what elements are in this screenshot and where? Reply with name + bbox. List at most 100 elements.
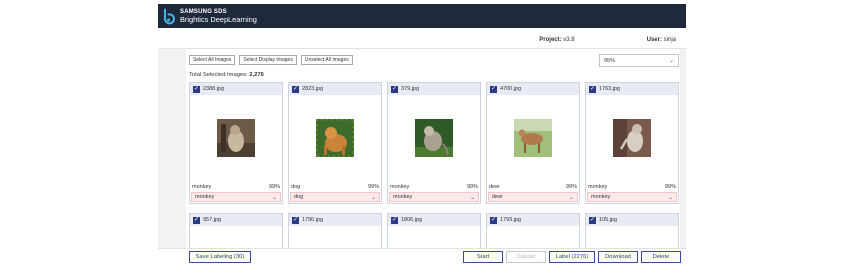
card-checkbox[interactable]: ✓ <box>589 216 596 224</box>
delete-button[interactable]: Delete <box>641 251 681 263</box>
card-header: ✓ 1793.jpg <box>487 214 579 226</box>
project-bar: Project: v3.8 User: sinja <box>158 31 686 49</box>
card-prediction: deer 99% <box>487 181 579 192</box>
user-value: sinja <box>663 36 676 43</box>
monkey-thumbnail <box>217 119 255 157</box>
dog-thumbnail <box>316 119 354 157</box>
project-value: v3.8 <box>563 36 575 43</box>
prediction-label: monkey <box>588 183 608 190</box>
card-filename: 1806.jpg <box>401 217 423 223</box>
label-button[interactable]: Label (2276) <box>549 251 595 263</box>
total-label: Total Selected Images: <box>189 72 248 78</box>
card-checkbox[interactable]: ✓ <box>391 216 398 224</box>
label-select-value: dog <box>294 194 304 200</box>
label-select[interactable]: monkey ⌄ <box>587 192 677 202</box>
brightics-logo-icon <box>164 8 175 24</box>
cancel-button[interactable]: Cancel <box>506 251 546 263</box>
prediction-confidence: 99% <box>268 183 280 190</box>
bottom-action-bar: Save Labeling (30) Start Cancel Label (2… <box>158 248 686 264</box>
image-card[interactable]: ✓ 2388.jpg monkey 99% monkey ⌄ <box>189 82 283 204</box>
image-card[interactable]: ✓ 1806.jpg <box>387 213 481 253</box>
card-filename: 4700.jpg <box>500 86 522 92</box>
card-filename: 1790.jpg <box>302 217 324 223</box>
card-header: ✓ 2388.jpg <box>190 83 282 95</box>
card-filename: 105.jpg <box>599 217 618 223</box>
card-filename: 2388.jpg <box>203 86 225 92</box>
left-gutter <box>158 49 186 249</box>
card-checkbox[interactable]: ✓ <box>490 216 497 224</box>
label-select[interactable]: deer ⌄ <box>488 192 578 202</box>
card-header: ✓ 1790.jpg <box>289 214 381 226</box>
zoom-select[interactable]: 95% ⌄ <box>599 54 679 67</box>
top-bar: SAMSUNG SDS Brightics DeepLearning <box>158 4 686 28</box>
label-select-value: deer <box>492 194 504 200</box>
user-info: User: sinja <box>647 37 676 43</box>
prediction-label: monkey <box>390 183 410 190</box>
project-info: Project: v3.8 <box>539 37 574 43</box>
image-card[interactable]: ✓ 1763.jpg monkey 99% monkey ⌄ <box>585 82 679 204</box>
label-select[interactable]: dog ⌄ <box>290 192 380 202</box>
brand-product: Brightics DeepLearning <box>180 15 257 24</box>
chevron-down-icon: ⌄ <box>668 58 674 64</box>
card-checkbox[interactable]: ✓ <box>292 85 299 93</box>
card-image-area <box>586 95 678 181</box>
total-value: 2,276 <box>249 72 264 78</box>
app-window: SAMSUNG SDS Brightics DeepLearning Proje… <box>158 4 686 264</box>
label-select-value: monkey <box>591 194 611 200</box>
select-all-button[interactable]: Select All Images <box>189 55 236 65</box>
card-checkbox[interactable]: ✓ <box>391 85 398 93</box>
label-select[interactable]: monkey ⌄ <box>389 192 479 202</box>
start-button[interactable]: Start <box>463 251 503 263</box>
prediction-confidence: 99% <box>466 183 478 190</box>
project-label: Project: <box>539 36 562 43</box>
unselect-all-button[interactable]: Unselect All Images <box>300 55 353 65</box>
prediction-confidence: 99% <box>664 183 676 190</box>
card-checkbox[interactable]: ✓ <box>292 216 299 224</box>
chevron-down-icon: ⌄ <box>370 194 376 201</box>
label-select-value: monkey <box>195 194 215 200</box>
select-display-button[interactable]: Select Display Images <box>239 55 297 65</box>
card-filename: 1793.jpg <box>500 217 522 223</box>
total-selected: Total Selected Images: 2,276 <box>189 72 680 78</box>
image-card[interactable]: ✓ 105.jpg <box>585 213 679 253</box>
prediction-confidence: 99% <box>367 183 379 190</box>
image-card[interactable]: ✓ 2823.jpg dog 99% dog ⌄ <box>288 82 382 204</box>
card-header: ✓ 957.jpg <box>190 214 282 226</box>
card-checkbox[interactable]: ✓ <box>589 85 596 93</box>
card-image-area <box>388 95 480 181</box>
card-header: ✓ 379.jpg <box>388 83 480 95</box>
card-header: ✓ 2823.jpg <box>289 83 381 95</box>
chevron-down-icon: ⌄ <box>271 194 277 201</box>
card-prediction: monkey 99% <box>586 181 678 192</box>
save-labeling-button[interactable]: Save Labeling (30) <box>189 251 251 263</box>
card-image-area <box>190 95 282 181</box>
card-checkbox[interactable]: ✓ <box>490 85 497 93</box>
label-select-value: monkey <box>393 194 413 200</box>
card-header: ✓ 105.jpg <box>586 214 678 226</box>
image-card[interactable]: ✓ 379.jpg monkey 99% monkey ⌄ <box>387 82 481 204</box>
card-prediction: monkey 99% <box>190 181 282 192</box>
monkey-thumbnail <box>613 119 651 157</box>
monkey-thumbnail <box>415 119 453 157</box>
prediction-label: deer <box>489 183 501 190</box>
card-prediction: dog 99% <box>289 181 381 192</box>
card-filename: 379.jpg <box>401 86 420 92</box>
image-card[interactable]: ✓ 4700.jpg deer 99% deer ⌄ <box>486 82 580 204</box>
zoom-value: 95% <box>604 57 616 64</box>
user-label: User: <box>646 36 662 43</box>
chevron-down-icon: ⌄ <box>667 194 673 201</box>
deer-thumbnail <box>514 119 552 157</box>
label-select[interactable]: monkey ⌄ <box>191 192 281 202</box>
card-filename: 957.jpg <box>203 217 222 223</box>
image-card[interactable]: ✓ 1790.jpg <box>288 213 382 253</box>
card-header: ✓ 1806.jpg <box>388 214 480 226</box>
download-button[interactable]: Download <box>598 251 638 263</box>
card-image-area <box>289 95 381 181</box>
prediction-label: monkey <box>192 183 212 190</box>
right-gutter <box>680 49 686 249</box>
card-checkbox[interactable]: ✓ <box>193 216 200 224</box>
image-card[interactable]: ✓ 1793.jpg <box>486 213 580 253</box>
card-checkbox[interactable]: ✓ <box>193 85 200 93</box>
image-card[interactable]: ✓ 957.jpg <box>189 213 283 253</box>
card-filename: 2823.jpg <box>302 86 324 92</box>
